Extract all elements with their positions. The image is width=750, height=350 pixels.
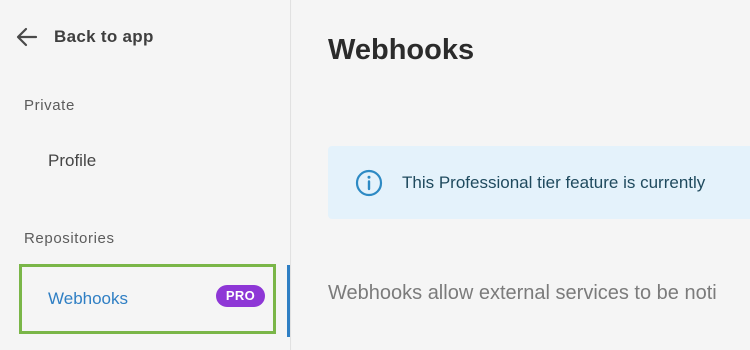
active-item-indicator: [287, 265, 290, 337]
sidebar: Back to app Private Profile Repositories…: [0, 0, 291, 350]
arrow-left-icon: [16, 27, 38, 47]
info-banner-text: This Professional tier feature is curren…: [402, 172, 706, 192]
back-to-app-link[interactable]: Back to app: [14, 24, 154, 50]
info-icon: [355, 169, 383, 196]
sidebar-item-profile[interactable]: Profile: [48, 151, 96, 171]
webhooks-description: Webhooks allow external services to be n…: [328, 282, 717, 304]
sidebar-item-webhooks[interactable]: Webhooks PRO: [19, 264, 276, 334]
back-to-app-label: Back to app: [54, 27, 154, 46]
main-content: Webhooks This Professional tier feature …: [292, 0, 750, 350]
pro-badge: PRO: [215, 285, 265, 307]
section-label-private: Private: [24, 97, 75, 114]
section-label-repositories: Repositories: [24, 230, 115, 247]
sidebar-item-label: Webhooks: [48, 289, 129, 308]
page-title: Webhooks: [328, 34, 475, 66]
info-banner: This Professional tier feature is curren…: [328, 146, 750, 219]
